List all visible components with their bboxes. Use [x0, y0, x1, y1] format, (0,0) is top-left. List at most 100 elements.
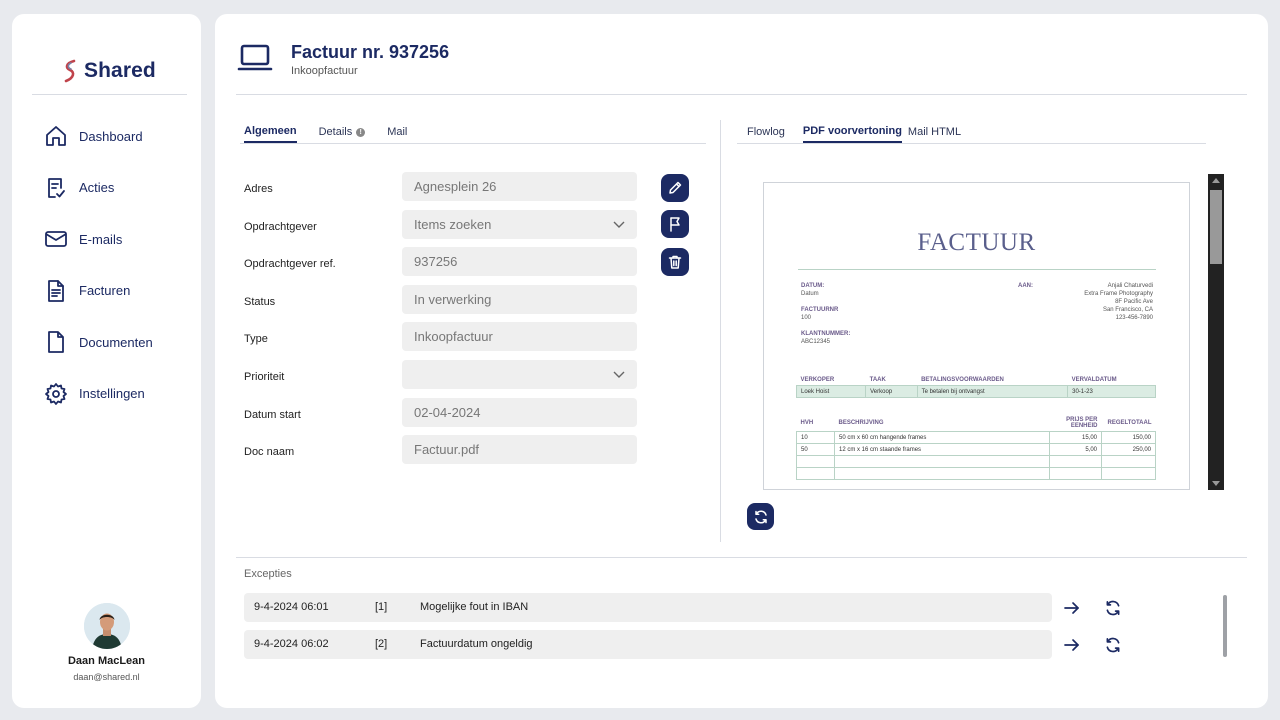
- pdf-rule: [798, 269, 1156, 270]
- panel-divider: [720, 120, 721, 542]
- tab-label: Flowlog: [747, 126, 785, 138]
- user-profile[interactable]: Daan MacLean daan@shared.nl: [12, 603, 201, 682]
- sidebar: Shared Dashboard Acties E-mails Facturen…: [12, 14, 201, 708]
- pdf-td: 10: [796, 431, 835, 444]
- pdf-th: PRIJS PER EENHEID: [1066, 417, 1098, 429]
- datum-start-field[interactable]: 02-04-2024: [402, 397, 637, 427]
- exceptions-divider: [236, 557, 1247, 558]
- sidebar-item-label: Dashboard: [79, 128, 143, 144]
- pdf-td: [796, 467, 835, 480]
- tasks-icon: [48, 177, 65, 198]
- pdf-td: 5,00: [1049, 443, 1102, 456]
- sidebar-item-dashboard[interactable]: Dashboard: [44, 124, 194, 148]
- trash-icon: [668, 255, 682, 269]
- field-label: Doc naam: [244, 446, 295, 459]
- scroll-thumb[interactable]: [1210, 190, 1222, 264]
- pdf-aan-label: AAN:: [1018, 282, 1033, 290]
- field-label: Prioriteit: [244, 370, 285, 383]
- laptop-icon: [237, 44, 273, 71]
- field-label: Opdrachtgever: [244, 220, 317, 233]
- pdf-factuurnr-label: FACTUURNR: [801, 307, 839, 313]
- status-field[interactable]: In verwerking: [402, 284, 637, 314]
- chevron-down-icon: [613, 371, 625, 378]
- tab-algemeen[interactable]: Algemeen: [244, 125, 297, 143]
- sidebar-item-label: Instellingen: [79, 386, 145, 402]
- sidebar-item-emails[interactable]: E-mails: [44, 227, 194, 251]
- sidebar-divider: [32, 94, 187, 95]
- exception-message: Mogelijke fout in IBAN: [420, 601, 529, 613]
- exception-date: 9-4-2024 06:02: [254, 638, 329, 650]
- field-value: Factuur.pdf: [414, 442, 480, 458]
- pdf-datum-label: DATUM:: [801, 283, 825, 289]
- tab-pdf-voorvertoning[interactable]: PDF voorvertoning: [802, 125, 902, 143]
- page-subtitle: Inkoopfactuur: [291, 65, 358, 77]
- left-tabs-underline: [240, 143, 706, 144]
- delete-button[interactable]: [661, 248, 689, 276]
- field-value: Agnesplein 26: [414, 179, 497, 194]
- pdf-td: [1049, 455, 1102, 468]
- pdf-th: REGELTOTAAL: [1107, 420, 1152, 426]
- pencil-icon: [669, 181, 682, 194]
- pdf-td: [1049, 467, 1102, 480]
- pdf-left-block: DATUM: Datum FACTUURNR 100 KLANTNUMMER: …: [801, 282, 850, 346]
- prioriteit-select[interactable]: [402, 359, 637, 389]
- tab-details[interactable]: Details!: [319, 125, 366, 143]
- field-label: Adres: [244, 183, 273, 195]
- sidebar-item-instellingen[interactable]: Instellingen: [44, 382, 194, 406]
- scroll-up-arrow[interactable]: [1212, 178, 1220, 183]
- field-value: In verwerking: [414, 291, 492, 307]
- refresh-icon[interactable]: [1104, 636, 1122, 654]
- pdf-recipient-line: 123-456-7890: [1115, 315, 1153, 321]
- pdf-scrollbar[interactable]: [1208, 174, 1224, 490]
- exception-row[interactable]: 9-4-2024 06:01 [1] Mogelijke fout in IBA…: [244, 593, 1052, 622]
- document-icon: [48, 331, 64, 354]
- pdf-recipient-line: 8F Pacific Ave: [1115, 299, 1153, 305]
- exception-row[interactable]: 9-4-2024 06:02 [2] Factuurdatum ongeldig: [244, 630, 1052, 659]
- right-tabs: Flowlog PDF voorvertoning Mail HTML: [747, 125, 983, 143]
- tab-mail-html[interactable]: Mail HTML: [908, 125, 961, 143]
- scroll-down-arrow[interactable]: [1212, 481, 1220, 486]
- opdrachtgever-select[interactable]: Items zoeken: [402, 209, 637, 239]
- doc-naam-field[interactable]: Factuur.pdf: [402, 435, 637, 465]
- adres-field[interactable]: Agnesplein 26: [402, 172, 637, 201]
- sidebar-item-acties[interactable]: Acties: [44, 176, 194, 200]
- opdrachtgever-ref-field[interactable]: 937256: [402, 247, 637, 277]
- app-name: Shared: [84, 59, 156, 82]
- home-icon: [46, 126, 66, 146]
- user-name: Daan MacLean: [67, 655, 146, 667]
- sidebar-item-facturen[interactable]: Facturen: [44, 279, 194, 303]
- refresh-pdf-button[interactable]: [747, 503, 774, 530]
- main-panel: Factuur nr. 937256 Inkoopfactuur Algemee…: [215, 14, 1268, 708]
- sidebar-item-documenten[interactable]: Documenten: [44, 330, 194, 354]
- gear-icon: [45, 383, 67, 405]
- flag-button[interactable]: [661, 210, 689, 238]
- pdf-th: VERVALDATUM: [1071, 377, 1117, 383]
- pdf-td: [796, 455, 835, 468]
- tab-flowlog[interactable]: Flowlog: [747, 125, 785, 143]
- type-field[interactable]: Inkoopfactuur: [402, 322, 637, 352]
- pdf-td: [1101, 467, 1156, 480]
- refresh-icon[interactable]: [1104, 599, 1122, 617]
- field-label: Status: [244, 295, 276, 308]
- arrow-right-icon[interactable]: [1063, 636, 1081, 654]
- pdf-td: 12 cm x 16 cm staande frames: [834, 443, 1050, 456]
- pdf-td: [834, 455, 1050, 468]
- pdf-td: 15,00: [1049, 431, 1102, 444]
- exceptions-scrollbar[interactable]: [1223, 595, 1227, 657]
- pdf-td: 30-1-23: [1067, 385, 1156, 398]
- pdf-td: 50 cm x 60 cm hangende frames: [834, 431, 1050, 444]
- tab-label: Mail: [387, 126, 408, 138]
- tab-mail[interactable]: Mail: [387, 125, 407, 143]
- arrow-right-icon[interactable]: [1063, 599, 1081, 617]
- app-logo[interactable]: Shared: [62, 58, 156, 84]
- refresh-icon: [754, 509, 767, 524]
- field-value: Items zoeken: [414, 216, 492, 232]
- sidebar-item-label: Acties: [79, 180, 115, 196]
- pdf-th: VERKOPER: [800, 377, 835, 383]
- right-tabs-underline: [737, 143, 1206, 144]
- pdf-td: 50: [796, 443, 835, 456]
- pdf-preview[interactable]: FACTUUR DATUM: Datum FACTUURNR 100 KLANT…: [763, 182, 1190, 490]
- pdf-recipient-line: Anjali Chaturvedi: [1107, 283, 1153, 289]
- flag-icon: [670, 217, 680, 232]
- edit-button[interactable]: [661, 174, 689, 202]
